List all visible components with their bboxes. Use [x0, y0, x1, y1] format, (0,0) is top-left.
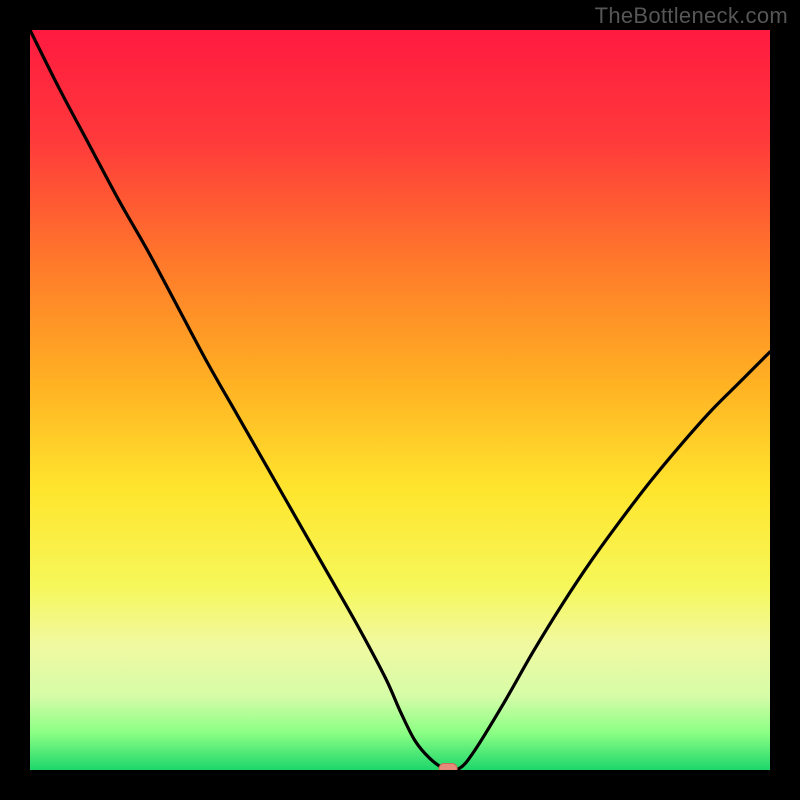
watermark-label: TheBottleneck.com: [595, 3, 788, 29]
optimal-point-marker: [439, 764, 457, 770]
chart-frame: TheBottleneck.com: [0, 0, 800, 800]
plot-area: [30, 30, 770, 770]
gradient-background: [30, 30, 770, 770]
bottleneck-chart: [30, 30, 770, 770]
